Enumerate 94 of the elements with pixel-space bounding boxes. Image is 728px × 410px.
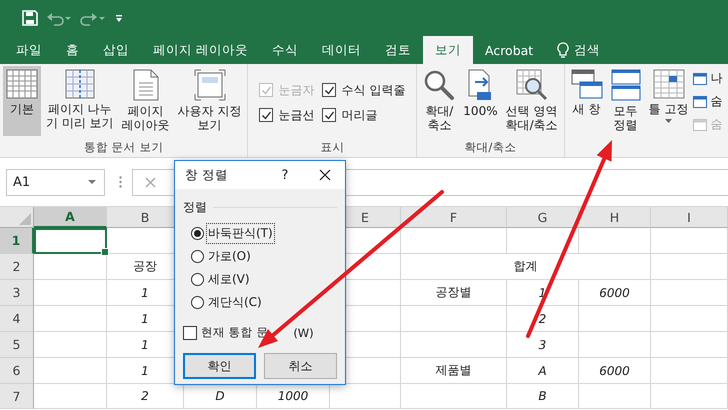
fill-handle[interactable] — [101, 248, 109, 256]
radio-label: 계단식(C) — [207, 294, 263, 311]
column-header[interactable]: G — [507, 207, 579, 228]
radio-label: 가로(O) — [207, 248, 252, 265]
active-cell[interactable] — [34, 228, 107, 254]
radio-label: 바둑판식(T) — [207, 224, 274, 243]
row-header[interactable]: 2 — [0, 254, 34, 280]
ribbon-button[interactable]: 확대/ 축소 — [420, 66, 458, 136]
ribbon-tab[interactable]: 보기 — [422, 36, 473, 64]
checkbox-label: 눈금선 — [278, 106, 314, 124]
ribbon-button[interactable]: 페이지 나누 기 미리 보기 — [43, 66, 117, 136]
ribbon-button[interactable]: 새 창 — [568, 66, 606, 136]
ribbon-button[interactable]: 모두 정렬 — [608, 66, 644, 136]
help-button[interactable]: ? — [273, 168, 297, 182]
grid-magnifier-icon — [516, 69, 548, 101]
empty-cell — [579, 332, 651, 358]
ribbon-tab[interactable]: 페이지 레이아웃 — [141, 36, 260, 64]
caret-icon — [665, 119, 672, 124]
stacked-windows-icon — [610, 69, 641, 101]
grid-icon — [6, 69, 38, 99]
dialog-title: 창 정렬 — [185, 166, 229, 184]
radio-button[interactable] — [191, 273, 204, 286]
ribbon-tab[interactable]: 홈 — [54, 36, 91, 64]
table-cell: 공장별 — [401, 280, 507, 306]
grip-icon — [119, 176, 122, 188]
redo-icon[interactable] — [80, 10, 106, 26]
checkbox[interactable] — [322, 83, 336, 97]
ribbon-button[interactable]: 선택 영역 확대/축소 — [502, 66, 561, 136]
ribbon-tab[interactable]: 수식 — [260, 36, 310, 64]
ribbon-button[interactable]: 사용자 지정 보기 — [174, 66, 244, 136]
checkbox-label: 눈금자 — [278, 82, 314, 98]
column-header[interactable]: H — [579, 207, 651, 228]
ribbon-tab[interactable]: Acrobat — [472, 36, 546, 64]
page-grid-icon — [64, 69, 96, 99]
row-header[interactable]: 4 — [0, 306, 34, 332]
row-header[interactable]: 3 — [0, 280, 34, 306]
save-icon[interactable] — [22, 10, 38, 26]
magnifier-icon — [423, 69, 456, 101]
ribbon-tab[interactable]: 데이터 — [310, 36, 373, 64]
ribbon-tab[interactable]: 검토 — [372, 36, 423, 64]
cancel-button[interactable]: 취소 — [264, 353, 337, 379]
checkbox[interactable] — [183, 326, 197, 340]
frame-icon — [194, 69, 226, 101]
checkbox-label: 머리글 — [341, 106, 378, 124]
ribbon-button[interactable]: 틀 고정 — [646, 66, 692, 136]
column-header[interactable]: I — [651, 207, 728, 228]
table-cell: 6000 — [579, 358, 651, 384]
empty-cell — [579, 228, 651, 254]
lightbulb-icon — [557, 42, 570, 58]
group-label: 통합 문서 보기 — [83, 139, 164, 156]
table-cell: 3 — [507, 332, 579, 358]
close-icon — [319, 169, 331, 181]
ribbon-command[interactable]: 숨 — [710, 93, 722, 110]
row-header[interactable]: 6 — [0, 358, 34, 384]
undo-icon[interactable] — [46, 10, 72, 26]
checkbox[interactable] — [259, 108, 274, 122]
name-box[interactable]: A1 — [6, 168, 105, 196]
document-icon — [132, 69, 159, 101]
group-label: 정렬 — [183, 199, 207, 216]
group-label: 표시 — [319, 139, 346, 156]
table-cell: 제품별 — [401, 358, 507, 384]
table-cell: 6000 — [579, 280, 651, 306]
group-label: 확대/축소 — [464, 139, 518, 156]
radio-button[interactable] — [191, 296, 204, 309]
column-header[interactable]: F — [401, 207, 507, 228]
ok-button[interactable]: 확인 — [183, 353, 256, 379]
table-cell: B — [507, 384, 579, 409]
ribbon-tab[interactable]: 삽입 — [91, 36, 141, 64]
ribbon-button[interactable]: 기본 — [3, 66, 41, 136]
table-cell: 합계 — [401, 254, 651, 280]
row-header[interactable]: 7 — [0, 384, 34, 409]
empty-cell — [507, 228, 579, 254]
table-cell: A — [507, 358, 579, 384]
empty-cell — [579, 384, 651, 409]
row-header[interactable]: 1 — [0, 228, 34, 254]
ribbon-button[interactable]: 페이지 레이아웃 — [118, 66, 173, 136]
windows-icon — [570, 69, 603, 99]
ribbon-button[interactable]: 100% — [460, 66, 501, 136]
checkbox-label: (W) — [292, 324, 315, 340]
radio-button[interactable] — [191, 250, 204, 263]
search-button[interactable]: 검색 — [545, 36, 612, 64]
grid-icon — [652, 69, 685, 99]
table-cell: 2 — [507, 306, 579, 332]
checkbox-label: 수식 입력줄 — [341, 82, 406, 98]
empty-cell — [579, 306, 651, 332]
row-header[interactable]: 5 — [0, 332, 34, 358]
caret-icon — [88, 180, 96, 184]
column-header[interactable]: A — [34, 207, 107, 228]
radio-button[interactable] — [191, 227, 204, 240]
corner-triangle-icon — [19, 213, 31, 225]
ribbon-tab[interactable]: 파일 — [4, 36, 54, 64]
ribbon-command[interactable]: 나 — [710, 70, 722, 87]
radio-label: 세로(V) — [207, 271, 251, 288]
checkbox[interactable] — [322, 108, 336, 122]
